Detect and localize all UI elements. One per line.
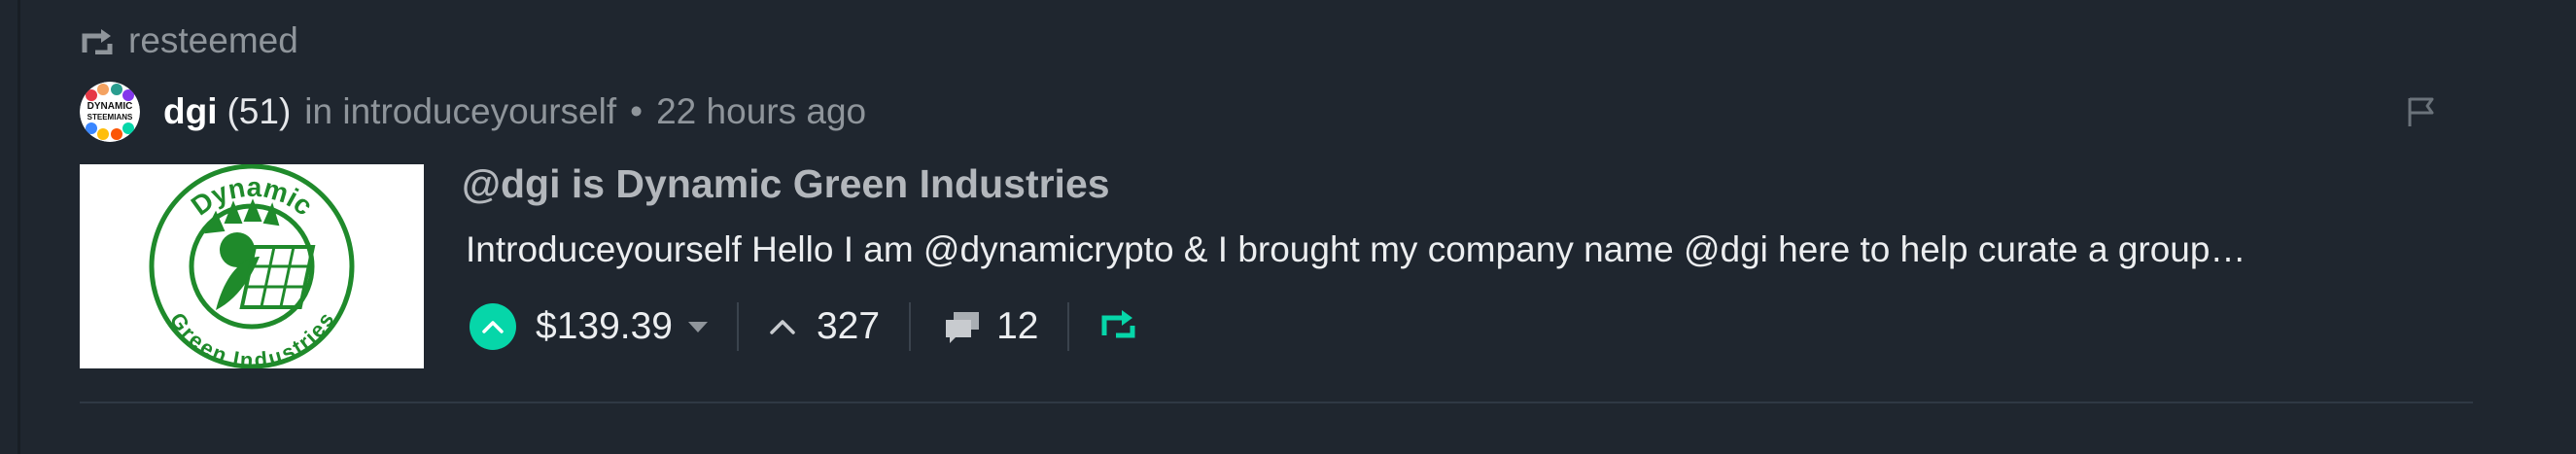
meta-separator: • — [630, 91, 644, 131]
post-thumbnail[interactable]: Dynamic Green Industries — [80, 164, 424, 368]
avatar[interactable]: DYNAMIC STEEMIANS — [80, 82, 140, 142]
reblog-button[interactable] — [1100, 305, 1137, 348]
payout-value: $139.39 — [536, 305, 673, 347]
post-timestamp[interactable]: 22 hours ago — [656, 91, 866, 132]
payout-dropdown[interactable]: $139.39 — [536, 305, 708, 348]
comments-icon — [946, 312, 980, 343]
flag-button[interactable] — [2407, 95, 2436, 133]
upvote-button[interactable] — [470, 303, 516, 350]
svg-text:DYNAMIC: DYNAMIC — [87, 101, 133, 112]
footer-separator — [736, 302, 739, 351]
post-footer: $139.39 327 12 — [470, 294, 1137, 360]
footer-separator — [1067, 302, 1070, 351]
resteem-label: resteemed — [128, 20, 298, 60]
resteem-indicator: resteemed — [82, 19, 298, 62]
author-name[interactable]: dgi — [163, 91, 217, 132]
chevron-down-icon — [687, 321, 708, 332]
post-card: resteemed DYNAMIC STEEMIANS dgi (51) in … — [0, 0, 2576, 454]
post-title[interactable]: @dgi is Dynamic Green Industries — [462, 161, 1110, 207]
footer-separator — [909, 302, 912, 351]
upvote-icon — [482, 321, 504, 333]
author-row: DYNAMIC STEEMIANS dgi (51) in introducey… — [80, 82, 866, 142]
chevron-up-icon — [770, 320, 795, 334]
vote-count: 327 — [816, 305, 881, 347]
community-link[interactable]: in introduceyourself — [304, 91, 616, 132]
post-divider — [80, 402, 2473, 403]
svg-text:STEEMIANS: STEEMIANS — [87, 113, 133, 122]
left-border — [17, 0, 20, 454]
author-reputation: (51) — [226, 91, 292, 131]
comment-count: 12 — [996, 305, 1039, 347]
reblog-icon — [1101, 310, 1135, 338]
flag-icon — [2408, 97, 2434, 126]
resteem-icon — [82, 29, 113, 54]
voters-button[interactable]: 327 — [770, 305, 880, 348]
post-body-preview[interactable]: Introduceyourself Hello I am @dynamicryp… — [466, 229, 2245, 270]
comments-button[interactable]: 12 — [942, 305, 1038, 348]
